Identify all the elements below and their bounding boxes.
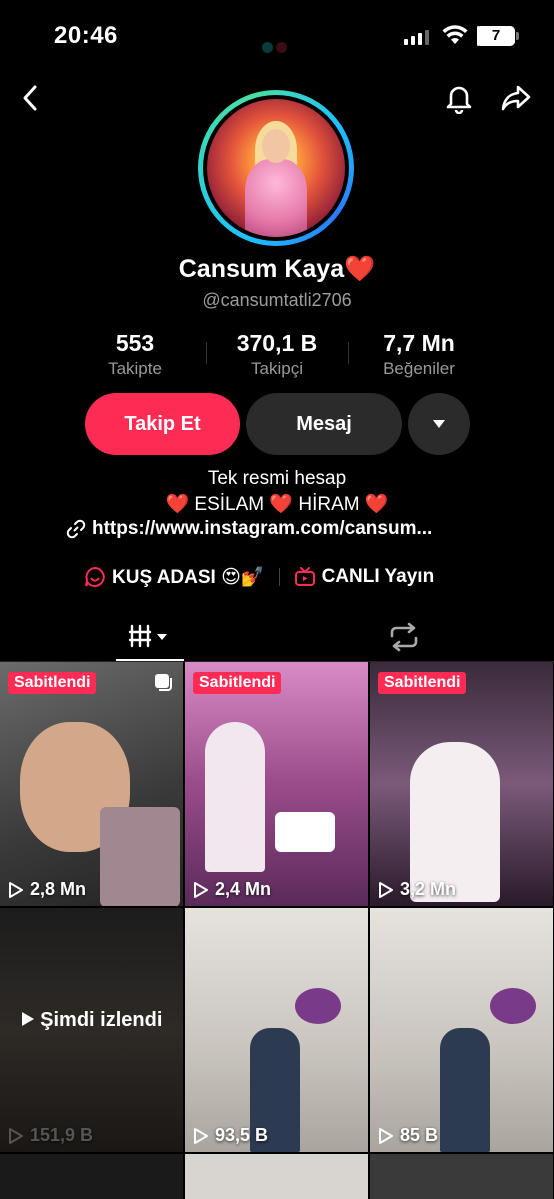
video-thumbnail[interactable]: 93,5 B: [185, 908, 368, 1152]
bio-line-1: Tek resmi hesap: [207, 468, 347, 489]
view-count: 2,8 Mn: [8, 879, 86, 900]
video-thumbnail[interactable]: [0, 1154, 183, 1199]
caret-down-icon: [433, 420, 445, 428]
view-count: 93,5 B: [193, 1125, 268, 1146]
bio-line-2: ❤️ ESİLAM ❤️ HİRAM ❤️: [165, 494, 389, 515]
thumbnail-inset: [100, 807, 180, 906]
view-count: 85 B: [378, 1125, 438, 1146]
stat-following-value: 553: [115, 330, 155, 356]
play-icon: [379, 881, 393, 898]
video-thumbnail[interactable]: 85 B: [370, 908, 553, 1152]
video-thumbnail[interactable]: [370, 1154, 553, 1199]
video-thumbnail[interactable]: Sabitlendi 3,2 Mn: [370, 662, 553, 906]
thumbnail-person: [410, 742, 500, 902]
profile-handle: @cansumtatli2706: [202, 290, 352, 310]
thumbnail-cake: [275, 812, 335, 852]
stat-followers-value: 370,1 B: [236, 330, 318, 356]
video-thumbnail[interactable]: Sabitlendi 2,8 Mn: [0, 662, 183, 906]
divider: [278, 568, 280, 586]
thumbnail-flowers: [490, 988, 536, 1024]
thumbnail-person: [205, 722, 265, 872]
view-count: 2,4 Mn: [193, 879, 271, 900]
status-bar: 20:46 7: [0, 0, 554, 70]
multi-video-icon: [155, 674, 172, 691]
chip-location[interactable]: KUŞ ADASI 😍💅: [84, 565, 265, 589]
message-button[interactable]: Mesaj: [246, 393, 402, 455]
tab-videos[interactable]: [116, 612, 184, 661]
play-icon: [194, 1127, 208, 1144]
tab-reposts[interactable]: [370, 612, 438, 661]
watched-label: Şimdi izlendi: [0, 1008, 183, 1032]
view-count: 151,9 B: [8, 1125, 93, 1146]
play-icon: [9, 1127, 23, 1144]
camera-indicator: [262, 42, 287, 53]
pinned-badge: Sabitlendi: [193, 672, 282, 694]
view-count-value: 93,5 B: [215, 1125, 269, 1145]
video-thumbnail[interactable]: [185, 1154, 368, 1199]
chip-live-label: CANLI Yayın: [321, 566, 435, 587]
watched-label-text: Şimdi izlendi: [40, 1009, 163, 1031]
view-count-value: 3,2 Mn: [400, 879, 457, 899]
battery-level: 7: [491, 27, 501, 44]
view-count-value: 2,4 Mn: [215, 879, 272, 899]
stat-following[interactable]: 553 Takipte: [65, 330, 205, 379]
thumbnail-flowers: [295, 988, 341, 1024]
bio-link-text: https://www.instagram.com/cansum...: [92, 518, 433, 539]
live-tv-icon: [294, 567, 315, 586]
play-filled-icon: [21, 1012, 34, 1026]
chevron-left-icon: [23, 85, 37, 111]
pinned-badge: Sabitlendi: [378, 672, 467, 694]
share-icon: [501, 85, 531, 111]
bell-icon: [446, 86, 472, 114]
profile-stats: 553 Takipte 370,1 B Takipçi 7,7 Mn Beğen…: [0, 330, 554, 380]
notification-button[interactable]: [441, 80, 477, 116]
wifi-icon: [442, 25, 468, 44]
stat-likes[interactable]: 7,7 Mn Beğeniler: [349, 330, 489, 379]
video-thumbnail[interactable]: Şimdi izlendi 151,9 B: [0, 908, 183, 1152]
play-icon: [9, 881, 23, 898]
stat-followers[interactable]: 370,1 B Takipçi: [207, 330, 347, 379]
content-tabs: [0, 612, 554, 662]
stat-followers-label: Takipçi: [251, 359, 303, 378]
profile-chips: KUŞ ADASI 😍💅 CANLI Yayın: [84, 562, 484, 592]
more-options-button[interactable]: [408, 393, 470, 455]
profile-name: Cansum Kaya❤️: [178, 255, 376, 283]
view-count-value: 151,9 B: [30, 1125, 94, 1145]
view-count-value: 2,8 Mn: [30, 879, 87, 899]
chip-live[interactable]: CANLI Yayın: [294, 566, 435, 588]
battery-icon: 7: [477, 26, 519, 46]
grid-icon: [128, 624, 167, 647]
signal-icon: [404, 30, 429, 45]
bio-link[interactable]: https://www.instagram.com/cansum...: [66, 518, 496, 540]
chip-location-label: KUŞ ADASI 😍💅: [112, 567, 265, 588]
play-icon: [194, 881, 208, 898]
pinned-badge: Sabitlendi: [8, 672, 97, 694]
stat-likes-value: 7,7 Mn: [383, 330, 455, 356]
play-icon: [379, 1127, 393, 1144]
smile-icon: [85, 566, 105, 587]
stat-likes-label: Beğeniler: [383, 359, 455, 378]
follow-button[interactable]: Takip Et: [85, 393, 240, 455]
share-button[interactable]: [498, 80, 534, 116]
stat-following-label: Takipte: [108, 359, 162, 378]
status-time: 20:46: [54, 22, 118, 49]
repost-icon: [390, 622, 418, 651]
view-count: 3,2 Mn: [378, 879, 456, 900]
view-count-value: 85 B: [400, 1125, 439, 1145]
back-button[interactable]: [12, 80, 48, 116]
thumbnail-person: [440, 1028, 490, 1152]
link-icon: [66, 519, 86, 539]
avatar[interactable]: [198, 90, 354, 246]
video-thumbnail[interactable]: Sabitlendi 2,4 Mn: [185, 662, 368, 906]
avatar-image: [207, 99, 345, 237]
